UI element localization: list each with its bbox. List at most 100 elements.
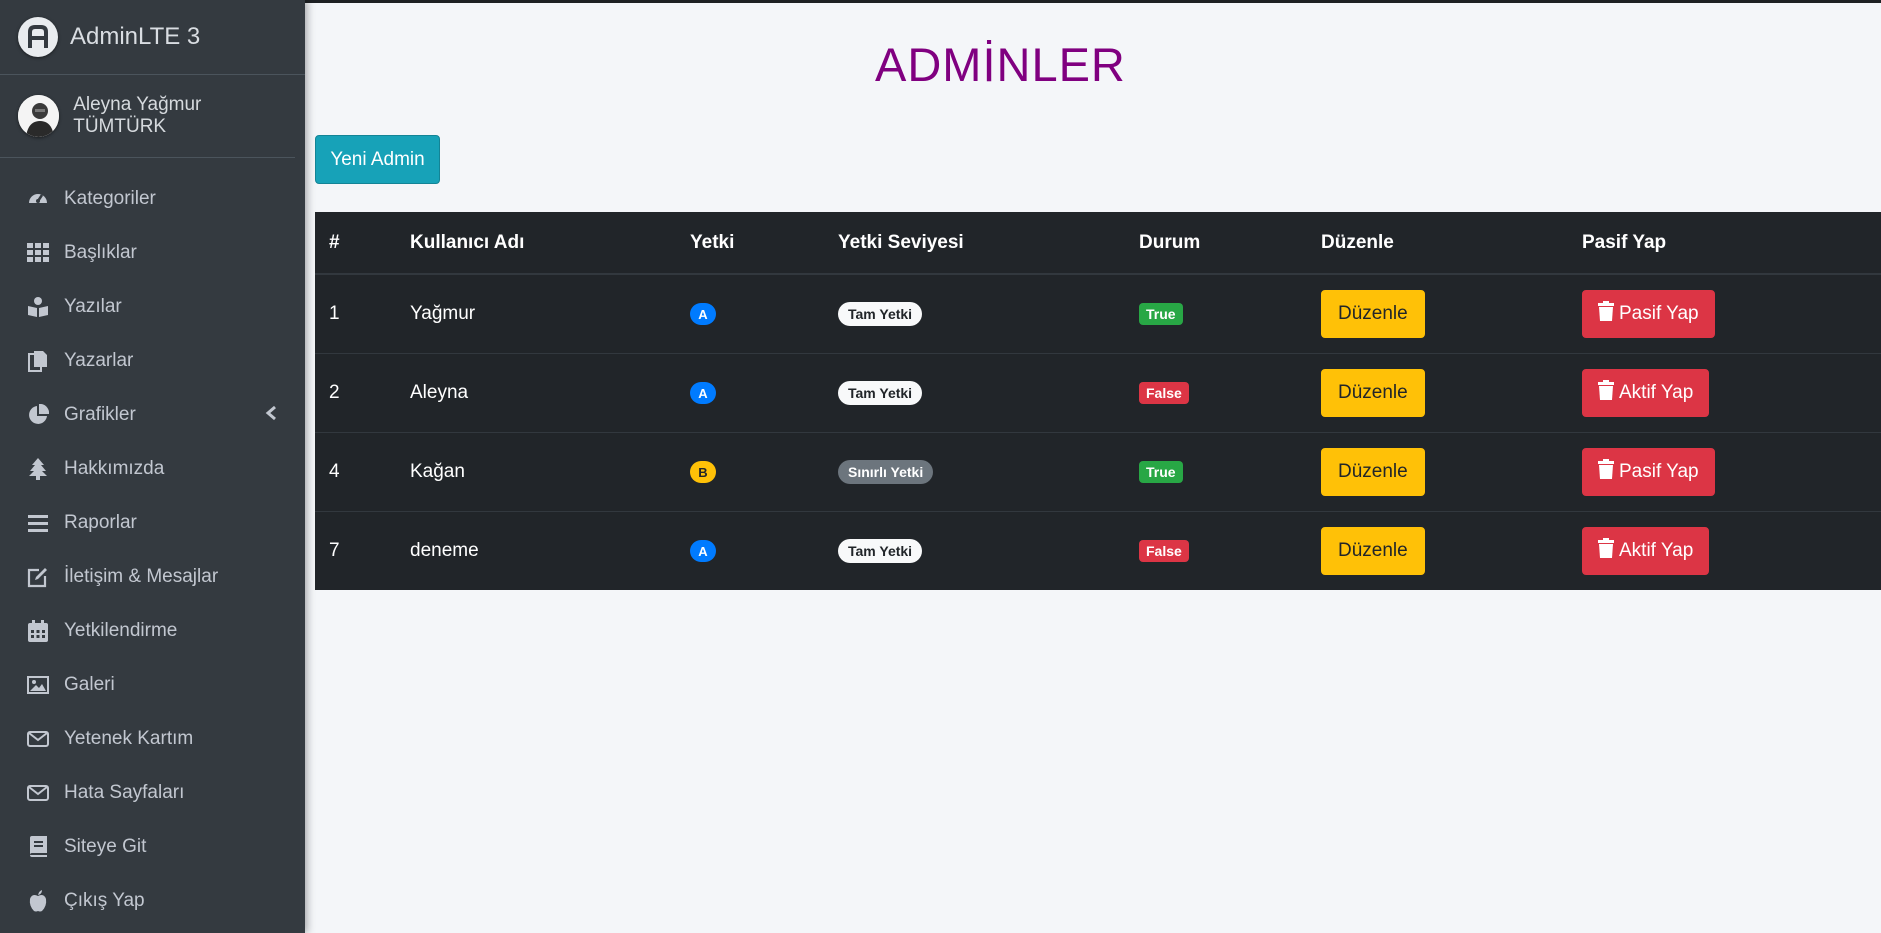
edit-button[interactable]: Düzenle — [1321, 290, 1425, 338]
activate-button[interactable]: Aktif Yap — [1582, 527, 1710, 575]
sidebar-item-yazarlar[interactable]: Yazarlar — [0, 334, 305, 388]
sidebar-nav: Kategoriler Başlıklar Yazılar Yazarlar G… — [0, 158, 305, 928]
button-label: Pasif Yap — [1619, 303, 1699, 324]
table-row: 2 Aleyna A Tam Yetki False Düzenle Aktif… — [315, 353, 1881, 433]
trash-icon — [1598, 538, 1614, 564]
sidebar-item-label: Çıkış Yap — [64, 890, 145, 911]
cell-username: Aleyna — [396, 353, 676, 433]
col-header-username: Kullanıcı Adı — [396, 212, 676, 275]
user-panel[interactable]: Aleyna Yağmur TÜMTÜRK — [0, 75, 295, 158]
role-badge: B — [690, 461, 716, 484]
edit-button[interactable]: Düzenle — [1321, 448, 1425, 496]
table-row: 4 Kağan B Sınırlı Yetki True Düzenle Pas… — [315, 432, 1881, 512]
sidebar-item-hakkimizda[interactable]: Hakkımızda — [0, 442, 305, 496]
sidebar-item-basliklar[interactable]: Başlıklar — [0, 226, 305, 280]
sidebar-item-galeri[interactable]: Galeri — [0, 658, 305, 712]
grid-icon — [26, 241, 50, 265]
sidebar-item-yetenek-kartim[interactable]: Yetenek Kartım — [0, 712, 305, 766]
sidebar-item-label: İletişim & Mesajlar — [64, 566, 219, 587]
deactivate-button[interactable]: Pasif Yap — [1582, 290, 1715, 338]
edit-icon — [26, 565, 50, 589]
pie-chart-icon — [26, 403, 50, 427]
button-label: Pasif Yap — [1619, 461, 1699, 482]
button-label: Aktif Yap — [1619, 540, 1694, 561]
sidebar-item-label: Galeri — [64, 674, 115, 695]
envelope-icon — [26, 727, 50, 751]
cell-id: 1 — [315, 273, 396, 354]
trash-icon — [1598, 459, 1614, 485]
sidebar-item-iletisim[interactable]: İletişim & Mesajlar — [0, 550, 305, 604]
cell-username: deneme — [396, 511, 676, 590]
level-badge: Sınırlı Yetki — [838, 460, 934, 484]
sidebar-item-grafikler[interactable]: Grafikler — [0, 388, 305, 442]
level-badge: Tam Yetki — [838, 381, 923, 405]
user-avatar — [18, 95, 60, 137]
admin-table: # Kullanıcı Adı Yetki Yetki Seviyesi Dur… — [315, 212, 1881, 590]
button-label: Aktif Yap — [1619, 382, 1694, 403]
user-name: Aleyna Yağmur TÜMTÜRK — [73, 94, 202, 137]
apple-icon — [26, 889, 50, 913]
status-badge: True — [1139, 461, 1183, 483]
brand-link[interactable]: AdminLTE 3 — [0, 0, 305, 75]
cell-id: 7 — [315, 511, 396, 590]
brand-text: AdminLTE 3 — [70, 23, 201, 50]
sidebar-item-yazilar[interactable]: Yazılar — [0, 280, 305, 334]
col-header-status: Durum — [1125, 212, 1307, 275]
sidebar-item-label: Raporlar — [64, 512, 137, 533]
main-content: ADMİNLER Yeni Admin # Kullanıcı Adı Yetk… — [305, 3, 1881, 933]
sidebar-item-yetkilendirme[interactable]: Yetkilendirme — [0, 604, 305, 658]
tree-icon — [26, 457, 50, 481]
sidebar-item-raporlar[interactable]: Raporlar — [0, 496, 305, 550]
envelope-icon — [26, 781, 50, 805]
trash-icon — [1598, 301, 1614, 327]
sidebar-item-hata-sayfalari[interactable]: Hata Sayfaları — [0, 766, 305, 820]
sidebar-item-siteye-git[interactable]: Siteye Git — [0, 820, 305, 874]
edit-button[interactable]: Düzenle — [1321, 369, 1425, 417]
sidebar-item-cikis-yap[interactable]: Çıkış Yap — [0, 874, 305, 928]
sidebar-item-label: Hata Sayfaları — [64, 782, 185, 803]
sidebar-item-label: Siteye Git — [64, 836, 147, 857]
copy-icon — [26, 349, 50, 373]
deactivate-button[interactable]: Pasif Yap — [1582, 448, 1715, 496]
col-header-role: Yetki — [676, 212, 824, 275]
col-header-id: # — [315, 212, 396, 275]
page-title: ADMİNLER — [875, 38, 1126, 91]
admin-table-wrapper: # Kullanıcı Adı Yetki Yetki Seviyesi Dur… — [315, 212, 1881, 590]
role-badge: A — [690, 382, 716, 405]
activate-button[interactable]: Aktif Yap — [1582, 369, 1710, 417]
sidebar-item-kategoriler[interactable]: Kategoriler — [0, 172, 305, 226]
level-badge: Tam Yetki — [838, 539, 923, 563]
new-admin-button[interactable]: Yeni Admin — [315, 135, 440, 184]
role-badge: A — [690, 303, 716, 326]
cell-id: 4 — [315, 432, 396, 512]
status-badge: True — [1139, 303, 1183, 325]
role-badge: A — [690, 540, 716, 563]
status-badge: False — [1139, 540, 1189, 562]
chevron-left-icon[interactable] — [265, 405, 277, 427]
edit-button[interactable]: Düzenle — [1321, 527, 1425, 575]
sidebar-item-label: Yetenek Kartım — [64, 728, 194, 749]
table-row: 1 Yağmur A Tam Yetki True Düzenle Pasif … — [315, 273, 1881, 354]
cell-username: Kağan — [396, 432, 676, 512]
cell-username: Yağmur — [396, 273, 676, 354]
book-icon — [26, 835, 50, 859]
col-header-edit: Düzenle — [1307, 212, 1568, 275]
bars-icon — [26, 511, 50, 535]
sidebar-item-label: Kategoriler — [64, 188, 156, 209]
sidebar-item-label: Başlıklar — [64, 242, 137, 263]
sidebar-item-label: Yazarlar — [64, 350, 134, 371]
tachometer-icon — [26, 187, 50, 211]
sidebar-item-label: Yazılar — [64, 296, 122, 317]
cell-id: 2 — [315, 353, 396, 433]
sidebar-item-label: Yetkilendirme — [64, 620, 178, 641]
book-reader-icon — [26, 295, 50, 319]
sidebar-item-label: Grafikler — [64, 404, 136, 425]
col-header-level: Yetki Seviyesi — [824, 212, 1125, 275]
status-badge: False — [1139, 382, 1189, 404]
image-icon — [26, 673, 50, 697]
calendar-icon — [26, 619, 50, 643]
trash-icon — [1598, 380, 1614, 406]
table-row: 7 deneme A Tam Yetki False Düzenle Aktif… — [315, 511, 1881, 590]
sidebar-item-label: Hakkımızda — [64, 458, 165, 479]
sidebar: AdminLTE 3 Aleyna Yağmur TÜMTÜRK Kategor… — [0, 0, 305, 933]
